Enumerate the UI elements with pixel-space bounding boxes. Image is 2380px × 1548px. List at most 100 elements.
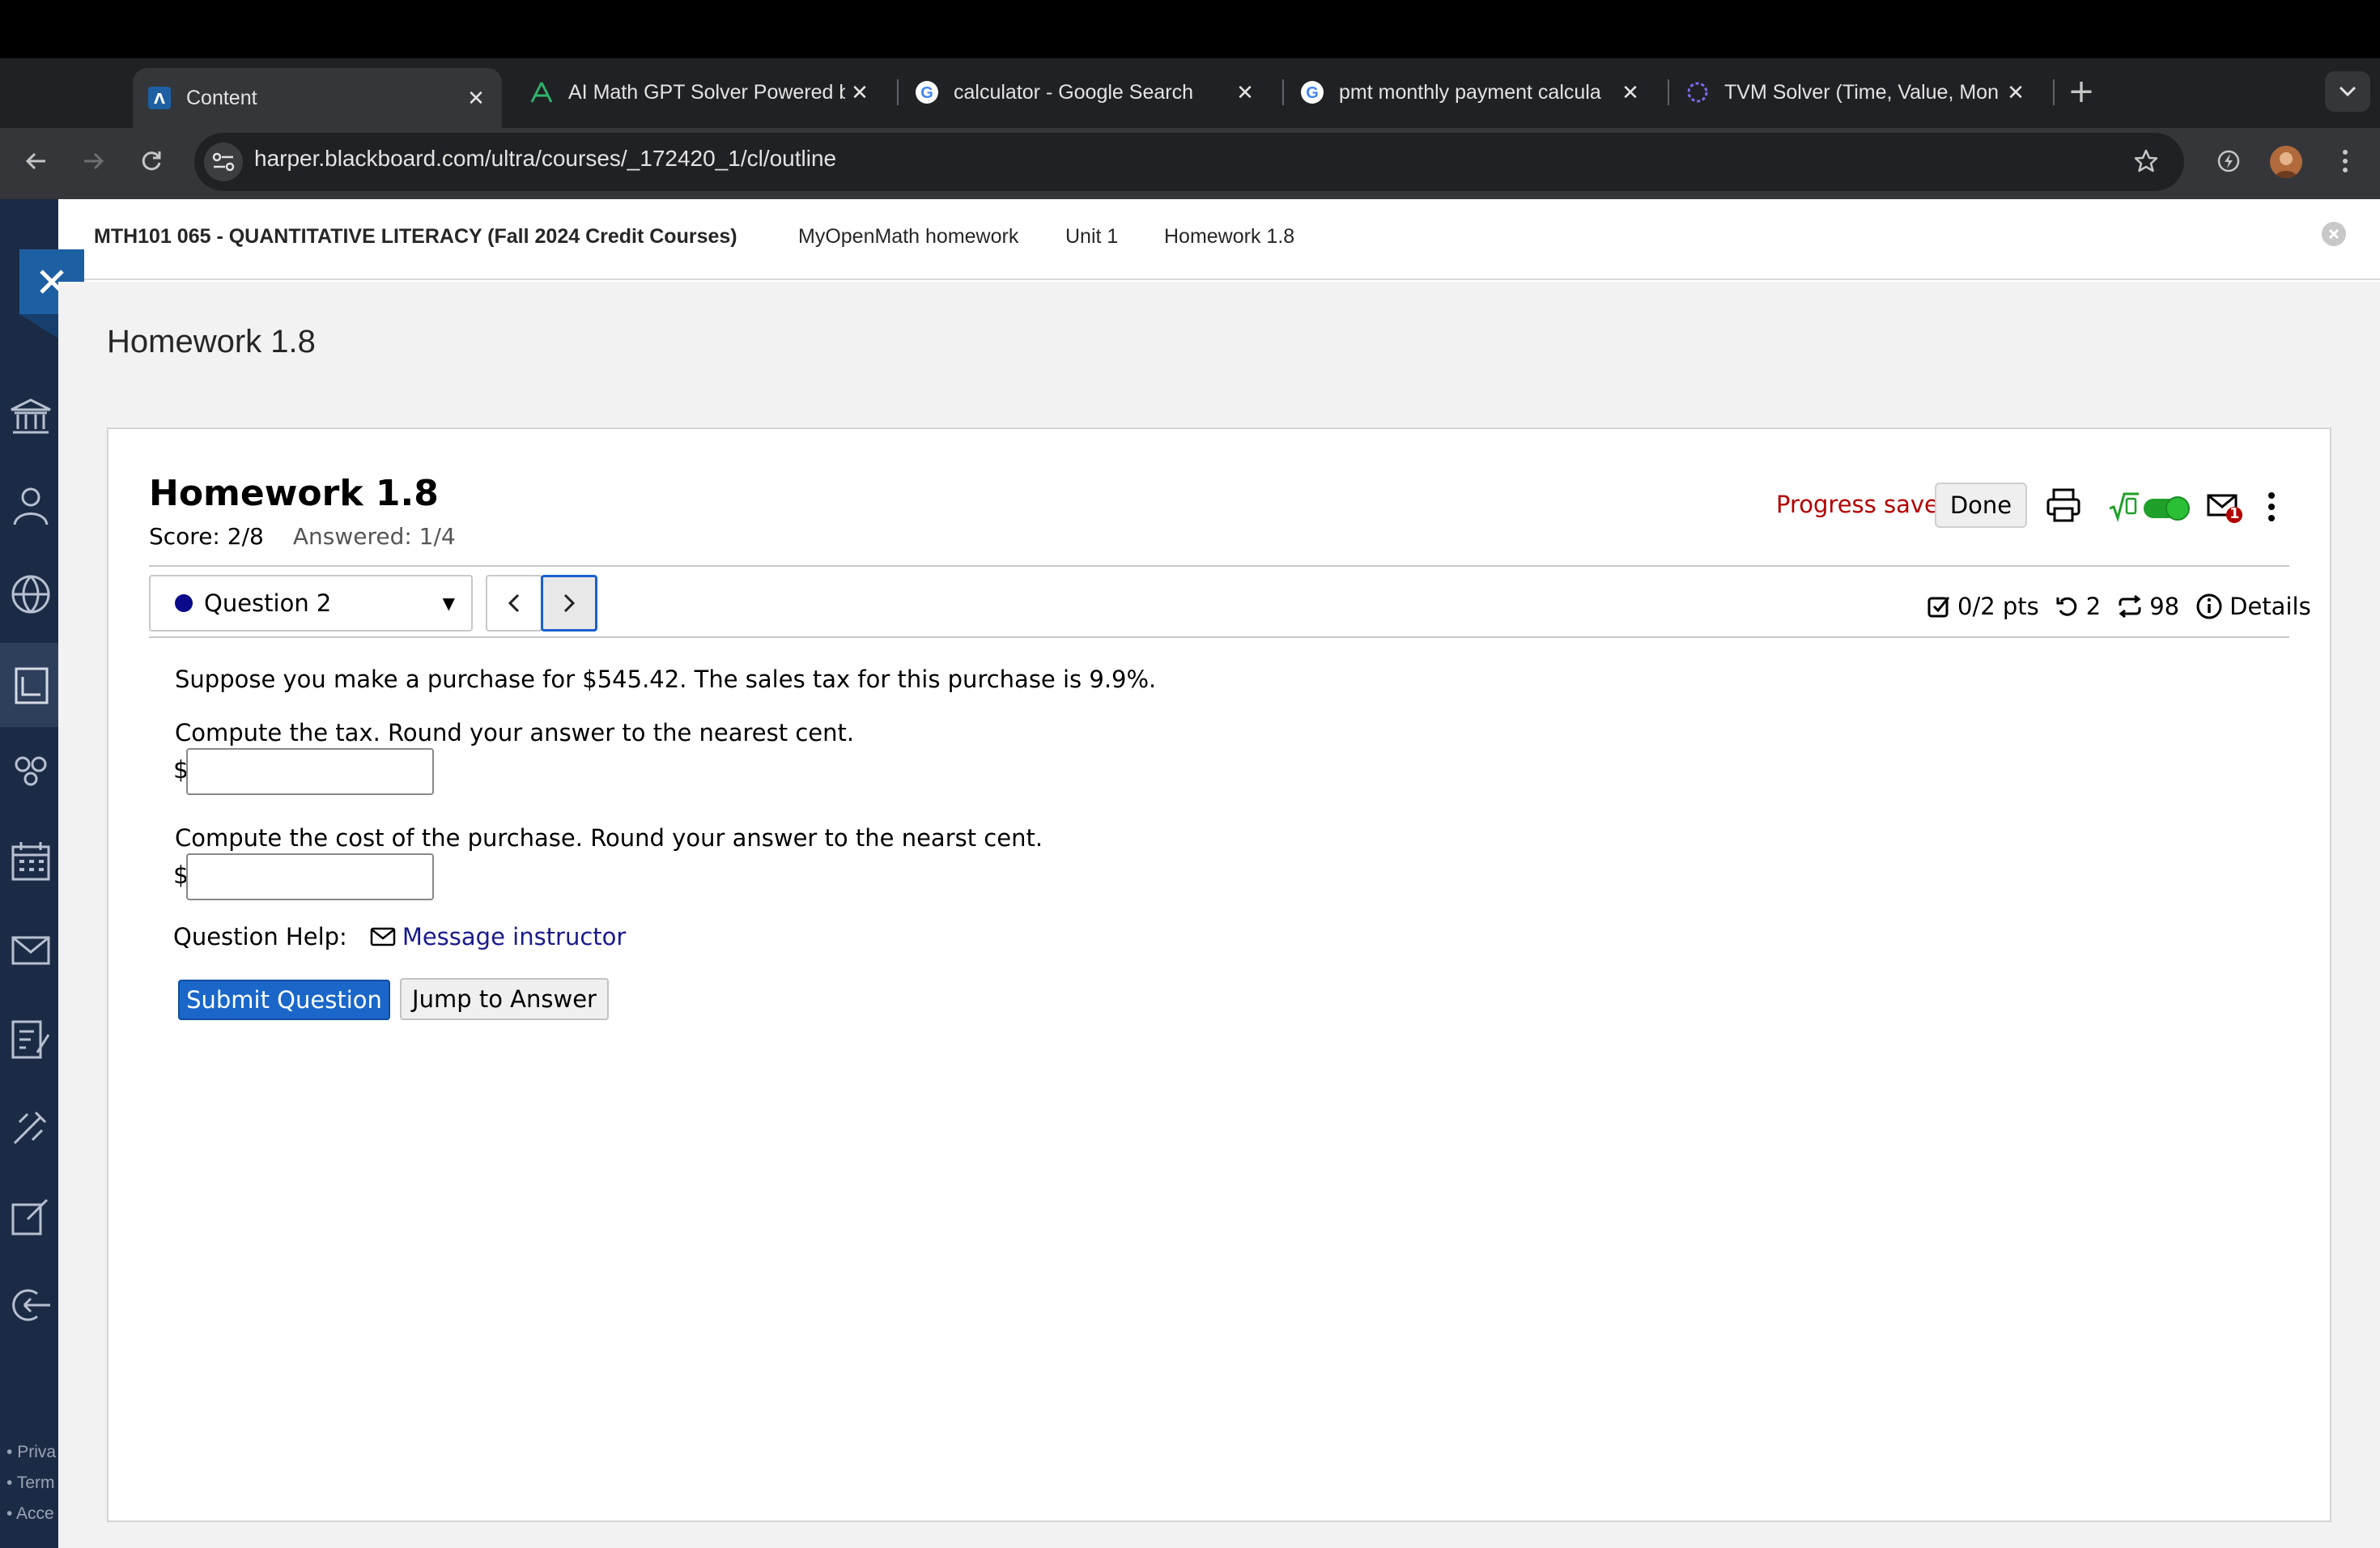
footer-link-privacy[interactable]: • Priva — [6, 1443, 56, 1462]
chevron-down-icon — [2339, 86, 2357, 97]
retry-icon — [2056, 597, 2077, 616]
messages-button[interactable]: 1 — [2207, 489, 2242, 525]
browser-menu-button[interactable] — [2325, 141, 2365, 181]
printer-icon — [2046, 488, 2080, 522]
chevron-right-icon — [563, 593, 576, 613]
bookmark-button[interactable] — [2126, 141, 2166, 181]
answered-text: Answered: 1/4 — [292, 523, 456, 550]
svg-text:G: G — [1306, 84, 1319, 102]
tax-answer-input[interactable] — [186, 748, 434, 795]
breadcrumb-myopenmath[interactable]: MyOpenMath homework — [798, 225, 1018, 249]
score-line: Score: 2/8 Answered: 1/4 — [149, 523, 456, 550]
previous-question-button[interactable] — [486, 575, 542, 632]
question-help-label: Question Help: — [173, 923, 347, 950]
footer-link-accessibility[interactable]: • Acce — [6, 1504, 54, 1524]
close-icon[interactable]: ✕ — [1230, 80, 1260, 105]
question-status-dot — [175, 594, 193, 612]
url-text[interactable]: harper.blackboard.com/ultra/courses/_172… — [254, 146, 836, 172]
footer-link-terms[interactable]: • Term — [6, 1474, 54, 1493]
jump-to-answer-button[interactable]: Jump to Answer — [400, 978, 609, 1020]
chevron-left-icon — [508, 593, 520, 613]
institution-icon[interactable] — [8, 393, 53, 439]
close-icon[interactable]: ✕ — [461, 86, 491, 111]
tab-search-button[interactable] — [2325, 71, 2370, 112]
info-icon — [2196, 593, 2222, 619]
site-info-button[interactable] — [204, 142, 243, 181]
course-title[interactable]: MTH101 065 - QUANTITATIVE LITERACY (Fall… — [94, 225, 737, 249]
tab-calculator-search[interactable]: G calculator - Google Search ✕ — [900, 68, 1271, 117]
profile-avatar[interactable] — [2270, 146, 2302, 178]
tools-icon[interactable] — [8, 1104, 53, 1150]
panel-close-button[interactable] — [2322, 222, 2346, 246]
cost-answer-input[interactable] — [186, 853, 434, 900]
sign-out-icon[interactable] — [8, 1282, 53, 1328]
regen-indicator: 98 — [2117, 593, 2179, 620]
extension-button[interactable] — [2208, 141, 2249, 181]
tab-label: TVM Solver (Time, Value, Mon — [1724, 80, 1999, 104]
close-panel-ribbon — [19, 314, 58, 338]
question-part-1: Compute the tax. Round your answer to th… — [175, 719, 855, 746]
tab-ai-math[interactable]: AI Math GPT Solver Powered b ✕ — [515, 68, 886, 117]
google-icon: G — [915, 80, 939, 104]
new-tab-button[interactable]: + — [2061, 71, 2102, 112]
google-icon: G — [1300, 80, 1324, 104]
dropdown-caret-icon: ▼ — [442, 593, 455, 613]
blackboard-nav-rail: • Priva • Term • Acce — [0, 199, 58, 1548]
forward-button[interactable] — [73, 141, 113, 181]
question-intro: Suppose you make a purchase for $545.42.… — [175, 666, 1157, 693]
grades-icon[interactable] — [8, 1017, 53, 1062]
envelope-icon — [370, 927, 396, 946]
divider — [149, 565, 2289, 567]
question-select[interactable]: Question 2 ▼ — [149, 575, 473, 632]
tab-separator — [897, 79, 899, 105]
svg-text:G: G — [920, 84, 933, 102]
reload-icon — [142, 151, 161, 171]
calendar-icon[interactable] — [8, 839, 53, 884]
print-button[interactable] — [2045, 487, 2082, 523]
back-button[interactable] — [16, 141, 57, 181]
close-icon[interactable]: ✕ — [1616, 80, 1645, 105]
profile-icon[interactable] — [8, 483, 53, 528]
reload-button[interactable] — [131, 141, 172, 181]
groups-icon[interactable] — [8, 750, 53, 795]
window-top-bar — [0, 0, 2380, 58]
courses-icon[interactable] — [8, 662, 53, 708]
breadcrumb-unit[interactable]: Unit 1 — [1065, 225, 1118, 249]
star-icon — [2134, 149, 2158, 172]
tab-label: AI Math GPT Solver Powered b — [568, 80, 845, 104]
submit-question-button[interactable]: Submit Question — [178, 980, 390, 1020]
math-entry-toggle[interactable] — [2108, 489, 2192, 525]
messages-icon[interactable] — [8, 928, 53, 973]
close-icon[interactable]: ✕ — [845, 80, 874, 105]
svg-text:Λ: Λ — [154, 91, 165, 108]
tab-pmt-search[interactable]: G pmt monthly payment calcula ✕ — [1286, 68, 1656, 117]
more-vert-icon — [2343, 150, 2348, 172]
progress-status: Progress saved — [1776, 491, 1954, 518]
breadcrumb-homework: Homework 1.8 — [1164, 225, 1295, 248]
performance-icon — [2217, 150, 2240, 172]
mail-badge: 1 — [2229, 505, 2240, 522]
tab-separator — [2053, 79, 2055, 105]
tab-label: pmt monthly payment calcula — [1339, 80, 1601, 104]
tab-tvm-solver[interactable]: TVM Solver (Time, Value, Mon ✕ — [1671, 68, 2042, 117]
close-icon[interactable]: ✕ — [2001, 80, 2030, 105]
tries-indicator: 2 — [2055, 593, 2101, 620]
assignment-title: Homework 1.8 — [149, 473, 439, 514]
done-button[interactable]: Done — [1935, 483, 2027, 528]
tvm-icon — [1685, 80, 1710, 104]
tab-content[interactable]: Λ Content ✕ — [133, 68, 502, 128]
score-text: Score: 2/8 — [149, 523, 264, 550]
checkbox-icon — [1927, 597, 1950, 618]
question-meta: 0/2 pts 2 98 Details — [1927, 588, 2327, 625]
globe-icon[interactable] — [8, 572, 53, 617]
next-question-button[interactable] — [541, 575, 597, 632]
sqrt-toggle-icon — [2109, 492, 2190, 523]
details-button[interactable]: Details — [2195, 593, 2311, 620]
message-instructor-link[interactable]: Message instructor — [370, 923, 626, 950]
question-select-label: Question 2 — [204, 589, 332, 617]
more-options-button[interactable] — [2260, 489, 2283, 525]
tab-label: Content — [186, 86, 257, 109]
tab-label: calculator - Google Search — [954, 80, 1193, 104]
site-settings-icon — [212, 152, 235, 172]
edit-icon[interactable] — [8, 1193, 53, 1239]
